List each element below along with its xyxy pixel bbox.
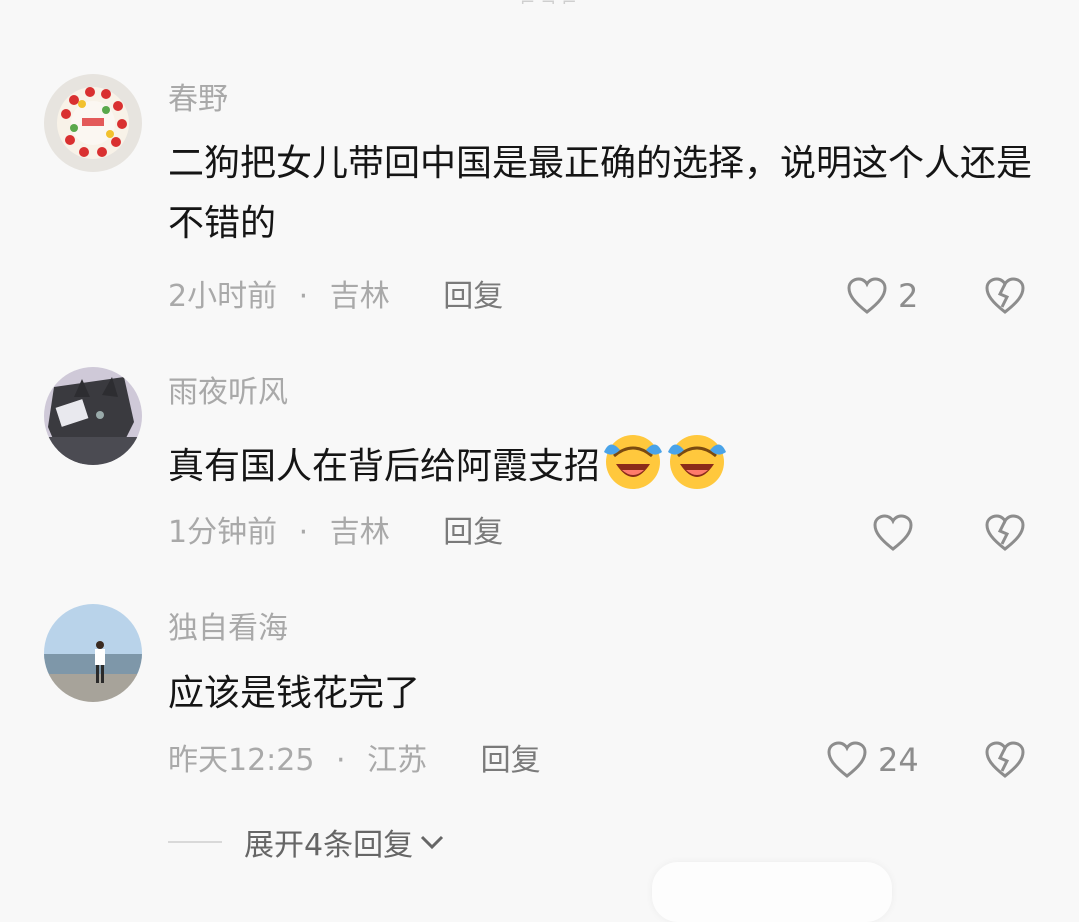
like-count: 2 [898, 277, 919, 315]
timestamp: 昨天12:25 [168, 743, 315, 778]
location: 吉林 [329, 279, 390, 314]
username[interactable]: 春野 [168, 82, 228, 118]
comment-meta: 昨天12:25 · 江苏 回复 [168, 743, 541, 779]
avatar[interactable] [44, 604, 142, 702]
broken-heart-icon [985, 277, 1025, 314]
username[interactable]: 雨夜听风 [168, 375, 288, 411]
location: 吉林 [329, 515, 390, 550]
comment-text: 应该是钱花完了 [168, 673, 421, 714]
dislike-button[interactable] [984, 513, 1026, 557]
like-count: 24 [878, 741, 919, 779]
broken-heart-icon [985, 741, 1025, 778]
avatar[interactable] [44, 367, 142, 465]
broken-heart-icon [985, 514, 1025, 551]
like-button[interactable]: 24 [826, 740, 919, 780]
beach-person-avatar-icon [44, 604, 142, 702]
chevron-down-icon [421, 835, 444, 850]
separator: · [298, 279, 309, 314]
laugh-cry-emoji-icon [668, 435, 727, 489]
heart-icon [873, 514, 913, 551]
separator: · [336, 743, 346, 778]
bottom-floating-card [652, 862, 892, 922]
cat-avatar-icon [44, 367, 142, 465]
dislike-button[interactable] [984, 276, 1026, 320]
comment-meta: 1分钟前 · 吉林 回复 [168, 515, 503, 551]
heart-icon [827, 741, 867, 778]
comment-text-content: 真有国人在背后给阿霞支招 [168, 446, 601, 487]
comment-text: 真有国人在背后给阿霞支招 [168, 430, 1038, 497]
username[interactable]: 独自看海 [168, 611, 288, 647]
reply-button[interactable]: 回复 [443, 279, 503, 314]
like-button[interactable] [872, 513, 914, 553]
laugh-cry-emoji-icon [604, 435, 663, 489]
reply-button[interactable]: 回复 [443, 515, 503, 550]
comment-meta: 2小时前 · 吉林 回复 [168, 279, 503, 315]
timestamp: 1分钟前 [168, 515, 278, 550]
separator: · [298, 515, 309, 550]
top-edge-remnant: ⌐ ¬ ⌐ [520, 0, 610, 4]
expand-replies-button[interactable]: 展开4条回复 [168, 820, 445, 864]
reply-button[interactable]: 回复 [481, 743, 541, 778]
expand-replies-label: 展开4条回复 [244, 828, 414, 863]
heart-icon [847, 277, 887, 314]
avatar[interactable] [44, 74, 142, 172]
location: 江苏 [367, 743, 428, 778]
timestamp: 2小时前 [168, 279, 278, 314]
dislike-button[interactable] [984, 740, 1026, 784]
divider [168, 841, 222, 843]
like-button[interactable]: 2 [846, 276, 918, 316]
cake-avatar-icon [44, 74, 142, 172]
comment-text: 二狗把女儿带回中国是最正确的选择，说明这个人还是不错的 [168, 143, 1033, 244]
